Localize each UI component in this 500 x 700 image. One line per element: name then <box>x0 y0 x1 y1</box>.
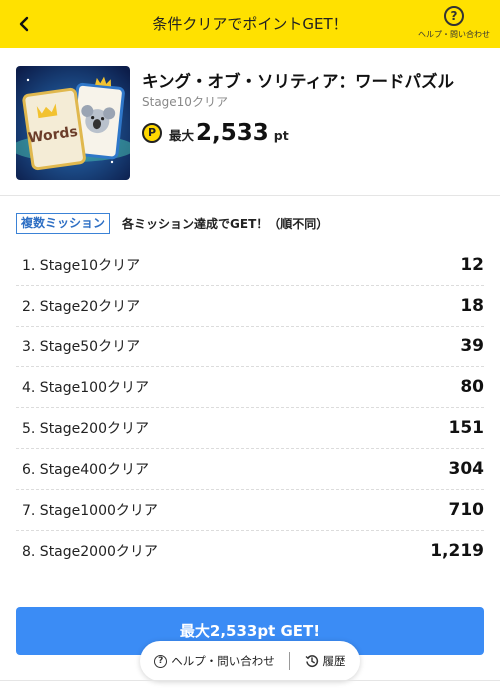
mission-item: 8. Stage2000クリア 1,219 <box>16 531 484 572</box>
mission-type-badge: 複数ミッション <box>16 213 111 234</box>
mission-label: 3. Stage50クリア <box>22 339 141 356</box>
mission-item: 6. Stage400クリア 304 <box>16 449 484 490</box>
history-button[interactable]: 履歴 <box>290 653 360 669</box>
app-subtitle: Stage10クリア <box>142 95 228 109</box>
point-coin-icon: P <box>142 123 162 143</box>
back-button[interactable] <box>10 10 38 38</box>
question-circle-icon: ? <box>154 654 168 668</box>
mission-label: 7. Stage1000クリア <box>22 502 158 519</box>
mission-points: 151 <box>448 418 485 439</box>
question-circle-icon: ? <box>444 6 464 26</box>
app-card: Words キング・オブ・ソリティア：ワードパズル Stage10クリア P 最… <box>0 48 500 196</box>
help-contact-button[interactable]: ? ヘルプ・問い合わせ <box>416 6 492 40</box>
mission-points: 80 <box>460 377 484 398</box>
mission-list: 1. Stage10クリア 12 2. Stage20クリア 18 3. Sta… <box>16 245 484 571</box>
mission-label: 5. Stage200クリア <box>22 421 149 438</box>
mission-points: 1,219 <box>430 540 484 561</box>
history-label: 履歴 <box>322 654 346 668</box>
bottom-help-label: ヘルプ・問い合わせ <box>171 654 275 668</box>
divider <box>0 680 500 681</box>
mission-label: 8. Stage2000クリア <box>22 543 158 560</box>
mission-points: 710 <box>448 499 485 520</box>
app-icon: Words <box>16 66 130 180</box>
points-unit: pt <box>273 128 289 143</box>
mission-item: 2. Stage20クリア 18 <box>16 286 484 327</box>
mission-item: 1. Stage10クリア 12 <box>16 245 484 286</box>
help-contact-label: ヘルプ・問い合わせ <box>418 30 490 39</box>
bottom-help-button[interactable]: ? ヘルプ・問い合わせ <box>140 653 289 669</box>
mission-label: 6. Stage400クリア <box>22 461 149 478</box>
mission-points: 304 <box>448 458 485 479</box>
mission-item: 5. Stage200クリア 151 <box>16 408 484 449</box>
mission-label: 1. Stage10クリア <box>22 257 141 274</box>
app-name: キング・オブ・ソリティア：ワードパズル <box>142 72 455 91</box>
mission-points: 18 <box>460 295 484 316</box>
mission-label: 4. Stage100クリア <box>22 380 149 397</box>
max-points: P 最大 2,533 pt <box>142 120 289 146</box>
mission-points: 39 <box>460 336 484 357</box>
mission-item: 3. Stage50クリア 39 <box>16 327 484 368</box>
mission-label: 2. Stage20クリア <box>22 298 141 315</box>
mission-item: 7. Stage1000クリア 710 <box>16 490 484 531</box>
chevron-left-icon <box>19 16 29 32</box>
mission-item: 4. Stage100クリア 80 <box>16 367 484 409</box>
bottom-action-bar: ? ヘルプ・問い合わせ 履歴 <box>140 641 360 681</box>
points-prefix: 最大 <box>169 128 195 143</box>
mission-points: 12 <box>460 254 484 275</box>
points-value: 2,533 <box>196 120 269 146</box>
mission-header: 複数ミッション 各ミッション達成でGET！（順不同） <box>16 213 328 234</box>
mission-description: 各ミッション達成でGET！（順不同） <box>122 217 329 231</box>
history-clock-icon <box>305 655 318 668</box>
top-header: 条件クリアでポイントGET！ ? ヘルプ・問い合わせ <box>0 0 500 48</box>
